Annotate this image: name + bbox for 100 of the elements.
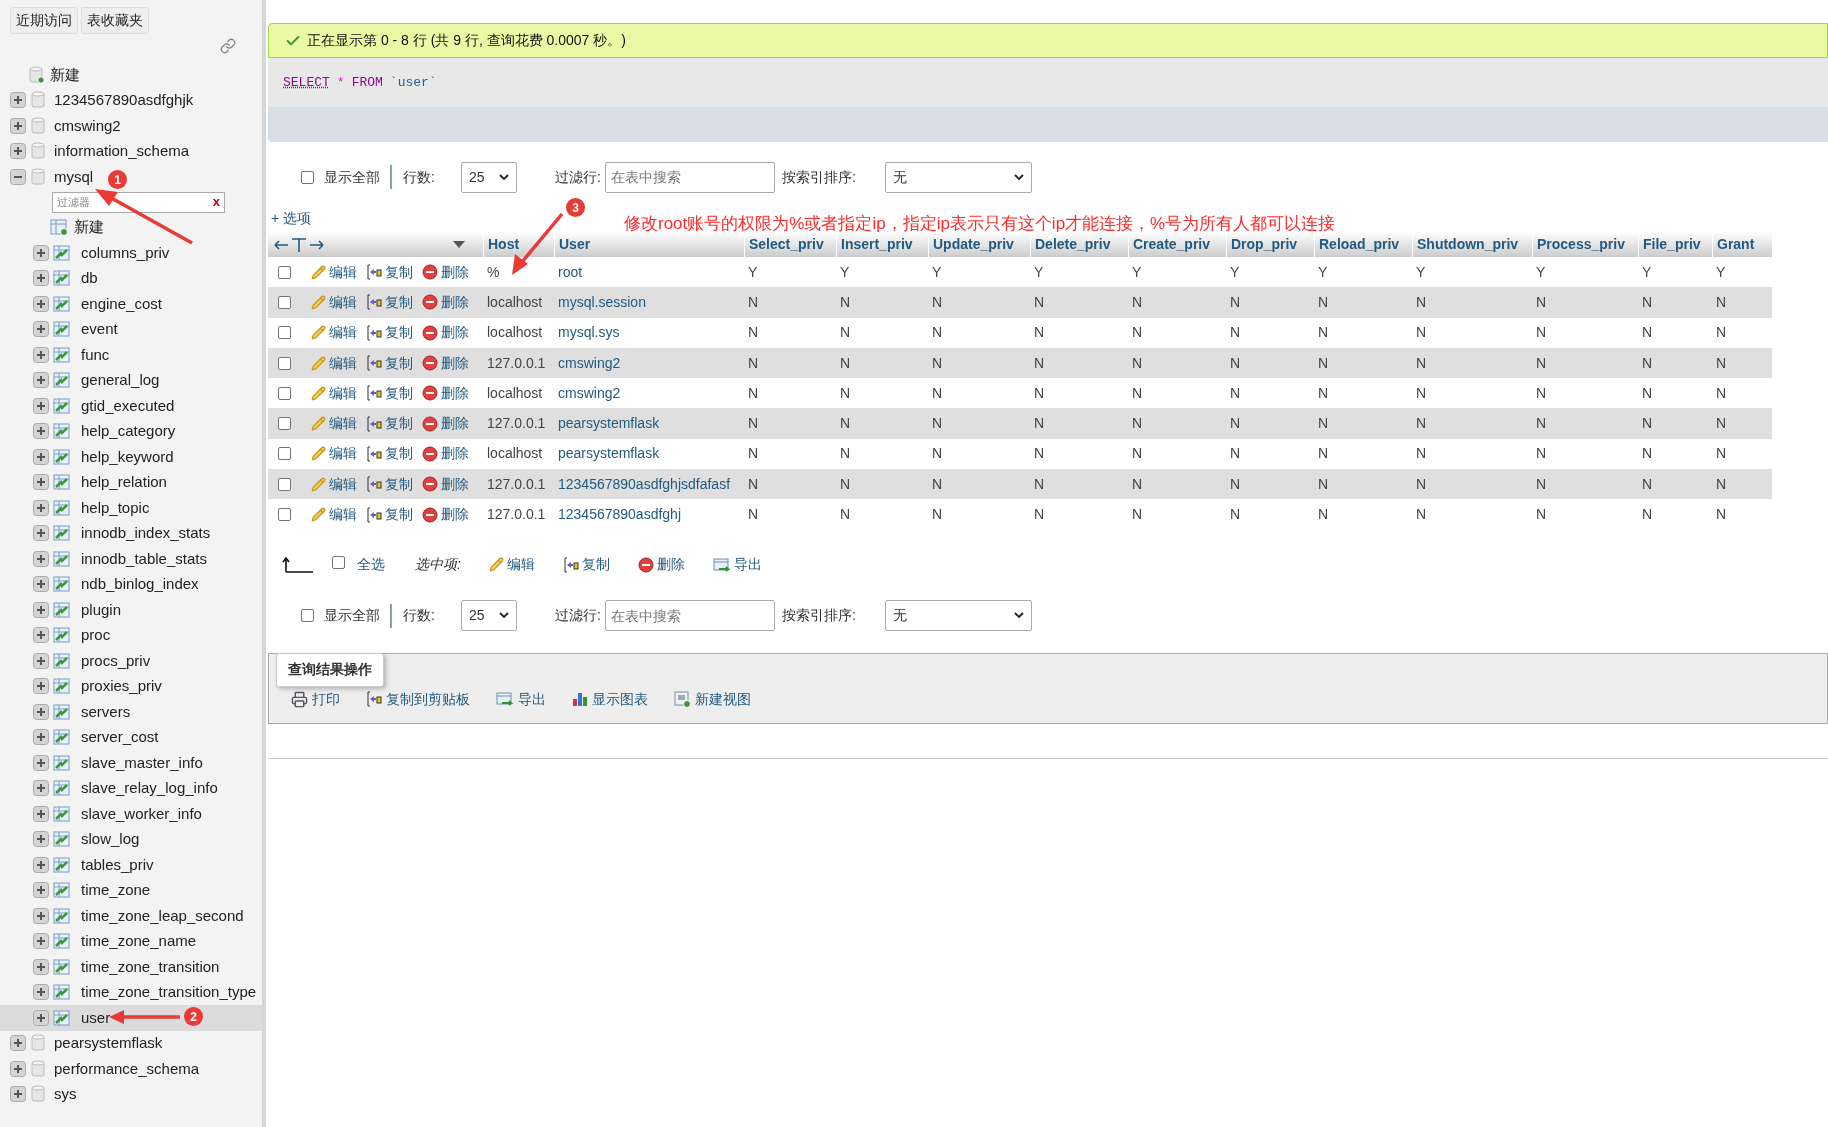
expand-icon[interactable] — [33, 856, 49, 873]
delete-link[interactable]: 删除 — [422, 504, 469, 525]
rows-select[interactable]: 25 — [461, 600, 517, 632]
delete-link[interactable]: 删除 — [422, 322, 469, 344]
expand-icon[interactable] — [33, 601, 49, 618]
column-header[interactable]: Select_priv — [745, 234, 828, 255]
expand-icon[interactable] — [33, 346, 49, 363]
column-header[interactable]: Grant — [1713, 234, 1759, 255]
table-item[interactable]: slave_master_info — [0, 750, 262, 776]
edit-link[interactable]: 编辑 — [311, 261, 357, 283]
expand-icon[interactable] — [10, 1086, 26, 1103]
copy-link[interactable]: 复制 — [366, 382, 413, 404]
column-header[interactable]: Drop_priv — [1227, 234, 1302, 255]
edit-link[interactable]: 编辑 — [311, 443, 357, 465]
database-item[interactable]: information_schema — [54, 140, 190, 163]
delete-link[interactable]: 删除 — [422, 352, 469, 374]
database-item[interactable]: 1234567890asdfghjk — [54, 89, 194, 112]
column-header[interactable]: File_priv — [1639, 234, 1705, 255]
expand-icon[interactable] — [33, 780, 49, 797]
column-header[interactable]: Host — [484, 234, 524, 255]
table-item[interactable]: innodb_table_stats — [0, 546, 262, 572]
checkbox[interactable] — [278, 326, 291, 340]
copy-link[interactable]: 复制 — [366, 413, 413, 435]
expand-icon[interactable] — [10, 117, 26, 134]
table-item[interactable]: time_zone_transition_type — [0, 979, 262, 1005]
copy-link[interactable]: 复制 — [366, 322, 413, 344]
clear-filter-button[interactable]: x — [212, 192, 220, 212]
checkbox[interactable] — [278, 386, 291, 400]
table-item[interactable]: slow_log — [0, 826, 262, 852]
copy-link[interactable]: 复制 — [366, 352, 413, 374]
edit-link[interactable]: 编辑 — [311, 504, 357, 525]
column-header[interactable]: Process_priv — [1533, 234, 1629, 255]
expand-icon[interactable] — [33, 652, 49, 669]
new-item[interactable]: 新建 — [50, 63, 80, 86]
copy-button[interactable]: 复制 — [562, 554, 610, 576]
table-item[interactable]: tables_priv — [0, 852, 262, 878]
table-item[interactable]: help_category — [0, 418, 262, 444]
expand-icon[interactable] — [33, 244, 49, 261]
copy-link[interactable]: 复制 — [366, 504, 413, 525]
table-item[interactable]: servers — [0, 699, 262, 725]
table-item[interactable]: func — [0, 342, 262, 368]
table-item[interactable]: innodb_index_stats — [0, 520, 262, 546]
table-item[interactable]: proxies_priv — [0, 673, 262, 699]
checkbox[interactable] — [278, 447, 291, 461]
sql-token[interactable]: SELECT — [283, 72, 330, 93]
expand-icon[interactable] — [33, 525, 49, 542]
sort-select[interactable]: 无 — [884, 161, 1032, 193]
checkbox[interactable] — [278, 477, 291, 491]
expand-icon[interactable] — [10, 1035, 26, 1052]
copy-link[interactable]: 复制 — [366, 473, 413, 495]
delete-button[interactable]: 删除 — [637, 554, 685, 576]
table-item[interactable]: general_log — [0, 367, 262, 393]
table-item[interactable]: db — [0, 265, 262, 291]
filter-field[interactable]: 过滤器 x — [52, 191, 225, 213]
table-item[interactable]: columns_priv — [0, 240, 262, 266]
new-item[interactable]: 新建 — [74, 216, 104, 239]
table-item[interactable]: proc — [0, 622, 262, 648]
options-link[interactable]: + 选项 — [271, 210, 312, 226]
delete-link[interactable]: 删除 — [422, 261, 469, 283]
copy-link[interactable]: 复制 — [366, 291, 413, 313]
sidebar-tab-button[interactable]: 表收藏夹 — [81, 7, 149, 34]
expand-icon[interactable] — [33, 321, 49, 338]
table-item[interactable]: time_zone — [0, 877, 262, 903]
edit-link[interactable]: 编辑 — [311, 322, 357, 344]
copy-link[interactable]: 复制到剪贴板 — [366, 688, 470, 710]
table-item[interactable]: help_relation — [0, 469, 262, 495]
expand-icon[interactable] — [10, 92, 26, 109]
table-item[interactable]: procs_priv — [0, 648, 262, 674]
expand-icon[interactable] — [33, 678, 49, 695]
checkbox[interactable] — [278, 265, 291, 279]
rows-select[interactable]: 25 — [461, 161, 517, 193]
column-arrows-icon[interactable] — [274, 236, 324, 253]
table-item[interactable]: event — [0, 316, 262, 342]
export-link[interactable]: 导出 — [496, 688, 546, 710]
expand-icon[interactable] — [33, 270, 49, 287]
sidebar-tab-button[interactable]: 近期访问 — [10, 7, 78, 34]
delete-link[interactable]: 删除 — [422, 443, 469, 465]
table-item[interactable]: time_zone_transition — [0, 954, 262, 980]
table-item[interactable]: engine_cost — [0, 291, 262, 317]
table-item[interactable]: slave_worker_info — [0, 801, 262, 827]
expand-icon[interactable] — [33, 576, 49, 593]
checkbox[interactable] — [278, 295, 291, 309]
edit-link[interactable]: 编辑 — [311, 352, 357, 374]
expand-icon[interactable] — [33, 729, 49, 746]
link-icon[interactable] — [220, 38, 236, 54]
export-button[interactable]: 导出 — [712, 554, 762, 576]
sort-select[interactable]: 无 — [884, 600, 1032, 632]
column-header[interactable]: Create_priv — [1129, 234, 1215, 255]
chart-link[interactable]: 显示图表 — [572, 688, 648, 710]
table-item[interactable]: ndb_binlog_index — [0, 571, 262, 597]
column-header[interactable]: User — [555, 234, 595, 255]
database-item[interactable]: cmswing2 — [54, 114, 121, 137]
checkbox[interactable] — [301, 170, 314, 184]
expand-icon[interactable] — [33, 448, 49, 465]
expand-icon[interactable] — [33, 550, 49, 567]
table-item[interactable]: gtid_executed — [0, 393, 262, 419]
copy-link[interactable]: 复制 — [366, 443, 413, 465]
table-item[interactable]: slave_relay_log_info — [0, 775, 262, 801]
expand-icon[interactable] — [33, 499, 49, 516]
filter-field[interactable]: 在表中搜索 — [604, 600, 775, 632]
